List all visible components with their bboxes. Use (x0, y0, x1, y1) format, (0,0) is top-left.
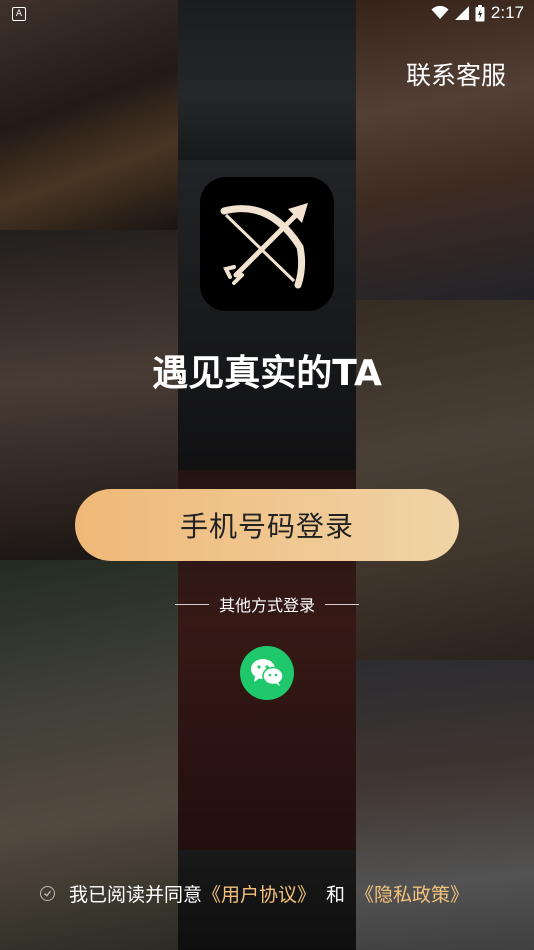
user-agreement-link[interactable]: 《用户协议》 (202, 880, 316, 907)
battery-icon (475, 4, 485, 21)
app-logo (200, 177, 334, 311)
divider-line (325, 603, 359, 605)
wechat-login-button[interactable] (240, 646, 294, 700)
agreement-checkbox[interactable] (40, 886, 55, 901)
check-icon (44, 890, 52, 897)
agreement-prefix: 我已阅读并同意 (69, 884, 203, 906)
tagline: 遇见真实的TA (152, 353, 382, 394)
app-notification-icon: A (12, 7, 26, 21)
status-bar: A 2:17 (0, 0, 534, 28)
wechat-icon (251, 659, 284, 686)
status-time: 2:17 (490, 3, 524, 22)
other-login-label: 其他方式登录 (218, 596, 315, 615)
other-login-divider: 其他方式登录 (0, 592, 534, 616)
photo-mosaic-background (0, 0, 534, 950)
cell-signal-icon (454, 6, 469, 20)
contact-support-button[interactable]: 联系客服 (406, 56, 506, 92)
wifi-icon (431, 6, 449, 19)
bow-and-arrow-icon (220, 203, 308, 289)
agreement-and: 和 (326, 884, 346, 906)
divider-line (174, 603, 209, 605)
agreement-row: 我已阅读并同意 《用户协议》 和 《隐私政策》 (40, 880, 469, 907)
phone-login-button[interactable]: 手机号码登录 (75, 489, 459, 561)
privacy-policy-link[interactable]: 《隐私政策》 (355, 880, 469, 907)
dark-overlay (0, 0, 534, 950)
